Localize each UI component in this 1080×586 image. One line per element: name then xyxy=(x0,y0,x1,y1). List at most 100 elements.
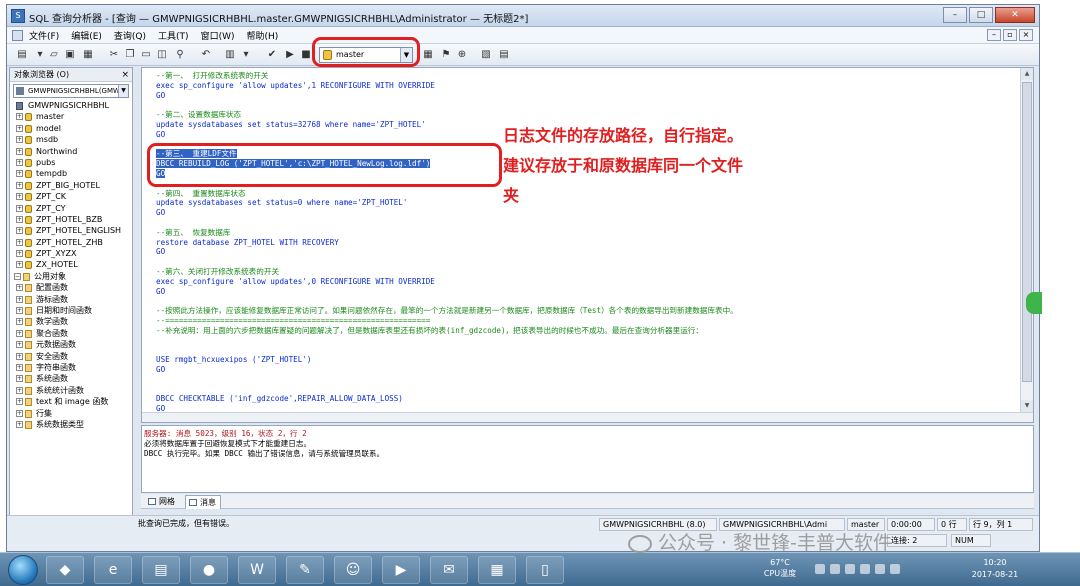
tree-database[interactable]: + tempdb xyxy=(12,168,132,179)
side-tab[interactable] xyxy=(1026,292,1042,314)
tree-function-group[interactable]: + 元数据函数 xyxy=(12,339,132,350)
expand-icon[interactable]: + xyxy=(16,124,23,132)
word-icon[interactable]: W xyxy=(238,556,276,584)
scroll-down-icon[interactable]: ▼ xyxy=(1021,400,1033,412)
expand-icon[interactable]: + xyxy=(16,420,23,428)
menu-tools[interactable]: 工具(T) xyxy=(158,29,189,42)
child-minimize-button[interactable]: – xyxy=(987,29,1001,41)
object-browser-icon[interactable]: ▧ xyxy=(479,48,493,62)
child-close-button[interactable]: × xyxy=(1019,29,1033,41)
tree-database[interactable]: + ZPT_XYZX xyxy=(12,248,132,259)
scroll-thumb[interactable] xyxy=(1022,82,1032,382)
clear-window-icon[interactable]: ◫ xyxy=(155,48,169,62)
expand-icon[interactable]: + xyxy=(16,307,23,315)
tree-database[interactable]: + ZPT_HOTEL_BZB xyxy=(12,214,132,225)
tree-function-group[interactable]: + 数学函数 xyxy=(12,316,132,327)
expand-icon[interactable]: + xyxy=(16,363,23,371)
tree-database[interactable]: + ZPT_HOTEL_ZHB xyxy=(12,237,132,248)
copy-icon[interactable]: ❐ xyxy=(123,48,137,62)
expand-icon[interactable]: + xyxy=(16,250,23,258)
cut-icon[interactable]: ✂ xyxy=(107,48,121,62)
editor-scrollbar[interactable]: ▲ ▼ xyxy=(1020,68,1033,422)
paste-icon[interactable]: ▭ xyxy=(139,48,153,62)
expand-icon[interactable]: + xyxy=(16,227,23,235)
results-pane-icon[interactable]: ▤ xyxy=(497,48,511,62)
taskbar-clock[interactable]: 10:20 2017-08-21 xyxy=(958,557,1032,581)
tray-app-icon[interactable] xyxy=(890,564,900,574)
tray-keyboard-icon[interactable] xyxy=(875,564,885,574)
maximize-button[interactable]: □ xyxy=(969,7,993,23)
menu-help[interactable]: 帮助(H) xyxy=(246,29,278,42)
chevron-down-icon[interactable]: ▼ xyxy=(118,85,128,97)
tray-volume-icon[interactable] xyxy=(845,564,855,574)
media-player-icon[interactable]: ▶ xyxy=(382,556,420,584)
tree-database[interactable]: + ZX_HOTEL xyxy=(12,259,132,270)
tree-database[interactable]: + ZPT_HOTEL_ENGLISH xyxy=(12,225,132,236)
collapse-icon[interactable]: − xyxy=(14,272,21,280)
expand-icon[interactable]: + xyxy=(16,193,23,201)
file-explorer-icon[interactable]: ▤ xyxy=(142,556,180,584)
tree-database[interactable]: + ZPT_BIG_HOTEL xyxy=(12,180,132,191)
wechat-icon[interactable]: ✉ xyxy=(430,556,468,584)
expand-icon[interactable]: + xyxy=(16,158,23,166)
document-icon[interactable] xyxy=(12,30,23,41)
tree-database[interactable]: + model xyxy=(12,123,132,134)
tree-function-group[interactable]: + 安全函数 xyxy=(12,351,132,362)
tree-database[interactable]: + Northwind xyxy=(12,146,132,157)
insert-template-icon[interactable]: ▦ xyxy=(81,48,95,62)
cancel-query-icon[interactable]: ■ xyxy=(299,48,313,62)
document-app-icon[interactable]: ▯ xyxy=(526,556,564,584)
execute-query-icon[interactable]: ▶ xyxy=(283,48,297,62)
server-select[interactable]: GMWPNIGSICRHBHL(GMW ▼ xyxy=(13,84,129,98)
tree-function-group[interactable]: + 聚合函数 xyxy=(12,328,132,339)
dropdown-arrow-icon[interactable]: ▾ xyxy=(33,48,47,62)
undo-icon[interactable]: ↶ xyxy=(199,48,213,62)
expand-icon[interactable]: + xyxy=(16,204,23,212)
tree-database[interactable]: + pubs xyxy=(12,157,132,168)
tree-function-group[interactable]: + 日期和时间函数 xyxy=(12,305,132,316)
menu-window[interactable]: 窗口(W) xyxy=(201,29,235,42)
child-restore-button[interactable]: ▫ xyxy=(1003,29,1017,41)
save-icon[interactable]: ▣ xyxy=(63,48,77,62)
tree-function-group[interactable]: + 配置函数 xyxy=(12,282,132,293)
parse-query-icon[interactable]: ✔ xyxy=(265,48,279,62)
minimize-button[interactable]: – xyxy=(943,7,967,23)
expand-icon[interactable]: + xyxy=(16,238,23,246)
new-query-icon[interactable]: ▤ xyxy=(15,48,29,62)
dropdown-arrow-icon[interactable]: ▾ xyxy=(239,48,253,62)
expand-icon[interactable]: + xyxy=(16,113,23,121)
tree-database[interactable]: + ZPT_CK xyxy=(12,191,132,202)
expand-icon[interactable]: + xyxy=(16,329,23,337)
execute-mode-icon[interactable]: ▥ xyxy=(223,48,237,62)
qq-icon[interactable]: ☺ xyxy=(334,556,372,584)
ie-browser-icon[interactable]: e xyxy=(94,556,132,584)
tree-function-group[interactable]: + text 和 image 函数 xyxy=(12,396,132,407)
green-app-icon[interactable]: ● xyxy=(190,556,228,584)
close-icon[interactable]: × xyxy=(121,68,129,82)
tree-database[interactable]: + ZPT_CY xyxy=(12,203,132,214)
editor-hscrollbar[interactable] xyxy=(142,412,1033,422)
query-analyzer-taskbar-icon[interactable]: ▦ xyxy=(478,556,516,584)
tree-database[interactable]: + msdb xyxy=(12,134,132,145)
start-button[interactable] xyxy=(8,555,38,585)
tab-grid[interactable]: 网格 xyxy=(145,495,179,508)
tree-root-server[interactable]: GMWPNIGSICRHBHL xyxy=(12,100,132,111)
expand-icon[interactable]: + xyxy=(16,352,23,360)
tree-function-group[interactable]: + 行集 xyxy=(12,408,132,419)
tree-function-group[interactable]: + 系统统计函数 xyxy=(12,385,132,396)
tree-database[interactable]: + master xyxy=(12,111,132,122)
menu-edit[interactable]: 编辑(E) xyxy=(71,29,102,42)
expand-icon[interactable]: + xyxy=(16,386,23,394)
close-button[interactable]: ✕ xyxy=(995,7,1035,23)
expand-icon[interactable]: + xyxy=(16,136,23,144)
expand-icon[interactable]: + xyxy=(16,170,23,178)
app-icon-colorful[interactable]: ◆ xyxy=(46,556,84,584)
tools-icon[interactable]: ✎ xyxy=(286,556,324,584)
tree-common-objects[interactable]: − 公用对象 xyxy=(12,271,132,282)
expand-icon[interactable]: + xyxy=(16,147,23,155)
tray-shield-icon[interactable] xyxy=(815,564,825,574)
tree-function-group[interactable]: + 系统数据类型 xyxy=(12,419,132,430)
index-tuning-icon[interactable]: ⊕ xyxy=(455,48,469,62)
expand-icon[interactable]: + xyxy=(16,375,23,383)
tree-function-group[interactable]: + 字符串函数 xyxy=(12,362,132,373)
